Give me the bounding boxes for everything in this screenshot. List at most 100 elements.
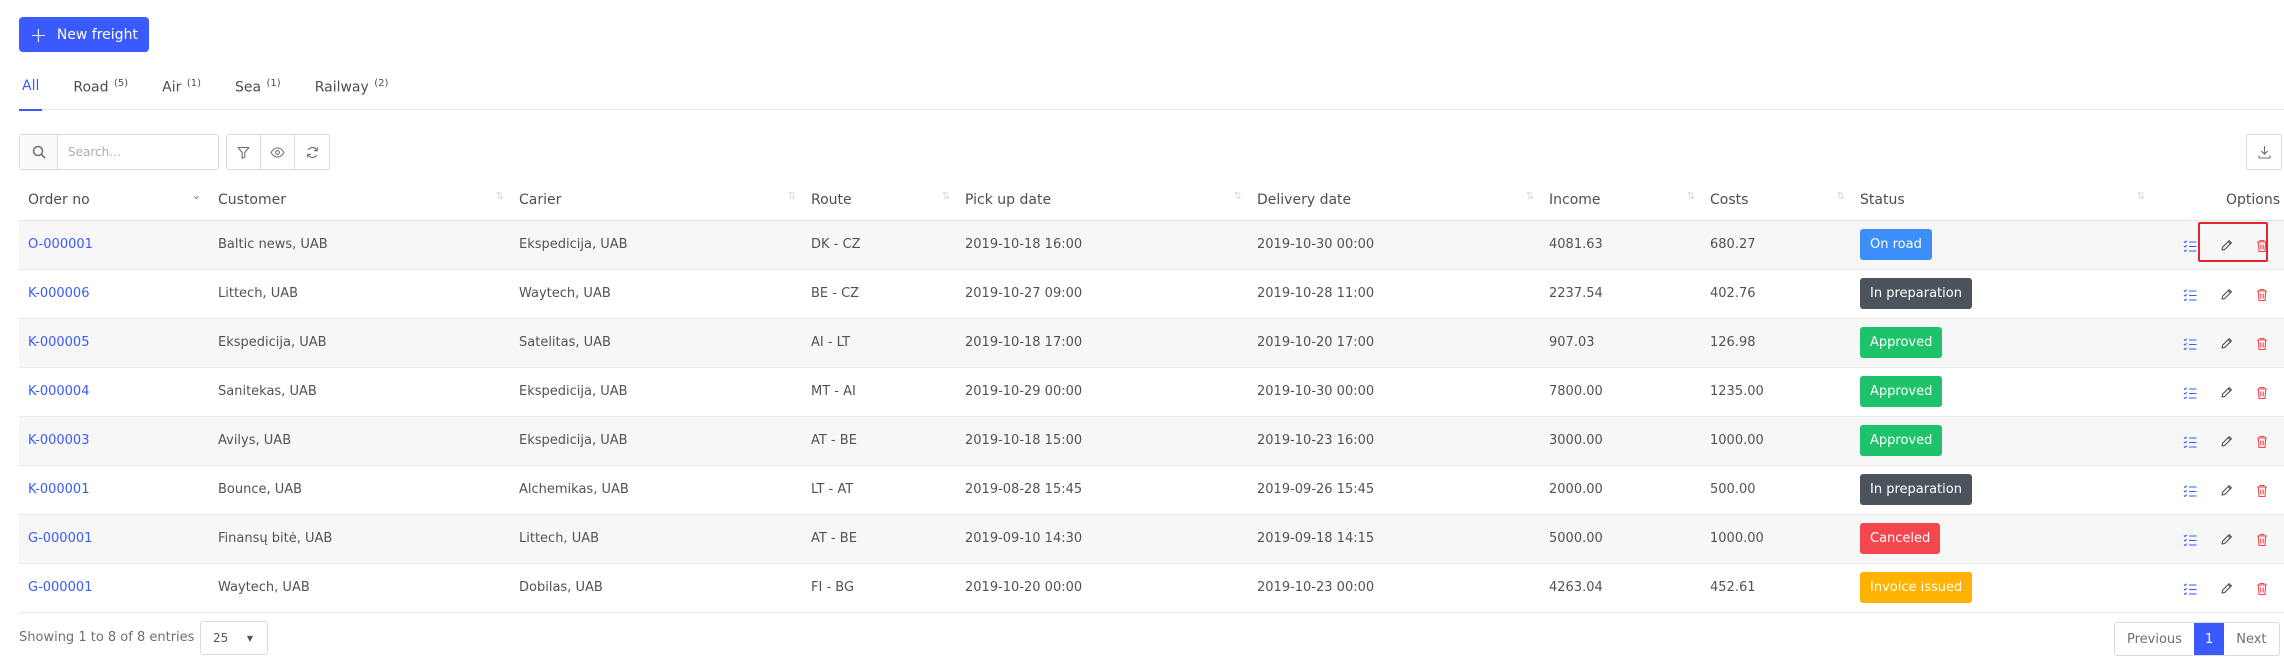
sort-icon: ⇅ [1233, 191, 1243, 202]
page-size-select[interactable]: 25 ▼ [200, 621, 268, 655]
delete-trash-icon[interactable] [2244, 576, 2280, 602]
search-input[interactable] [58, 135, 218, 169]
details-list-icon[interactable] [2172, 233, 2208, 259]
tab-air[interactable]: Air (1) [159, 70, 204, 110]
page-1-button[interactable]: 1 [2193, 623, 2225, 655]
details-list-icon[interactable] [2172, 527, 2208, 553]
order-link[interactable]: G-000001 [28, 531, 92, 546]
search-icon[interactable] [20, 135, 58, 169]
delete-trash-icon[interactable] [2244, 282, 2280, 308]
cell-costs: 452.61 [1701, 563, 1851, 613]
tab-road[interactable]: Road (5) [70, 70, 131, 110]
cell-delivery-date: 2019-10-23 16:00 [1248, 416, 1540, 466]
details-list-icon[interactable] [2172, 478, 2208, 504]
details-list-icon[interactable] [2172, 429, 2208, 455]
sort-icon: ⇅ [941, 191, 951, 202]
status-badge: In preparation [1860, 474, 1972, 505]
order-link[interactable]: K-000006 [28, 286, 89, 301]
edit-pencil-icon[interactable] [2208, 331, 2244, 357]
cell-order-no: K-000003 [19, 416, 209, 466]
order-link[interactable]: O-000001 [28, 237, 93, 252]
cell-carrier: Satelitas, UAB [510, 318, 802, 368]
new-freight-button[interactable]: + New freight [19, 17, 149, 52]
cell-status: Canceled [1851, 514, 2151, 564]
col-customer[interactable]: Customer ⇅ [209, 180, 510, 221]
cell-route: BE - CZ [802, 269, 956, 319]
order-link[interactable]: K-000005 [28, 335, 89, 350]
cell-status: Approved [1851, 318, 2151, 368]
tab-railway[interactable]: Railway (2) [312, 70, 392, 110]
cell-order-no: O-000001 [19, 220, 209, 270]
status-badge: Invoice issued [1860, 572, 1973, 603]
delete-trash-icon[interactable] [2244, 478, 2280, 504]
cell-income: 907.03 [1540, 318, 1701, 368]
cell-order-no: G-000001 [19, 563, 209, 613]
col-income[interactable]: Income ⇅ [1540, 180, 1701, 221]
cell-costs: 1000.00 [1701, 416, 1851, 466]
details-list-icon[interactable] [2172, 576, 2208, 602]
cell-delivery-date: 2019-10-20 17:00 [1248, 318, 1540, 368]
download-icon[interactable] [2246, 134, 2282, 170]
details-list-icon[interactable] [2172, 331, 2208, 357]
table-row: K-000005 Ekspedicija, UAB Satelitas, UAB AI… [19, 318, 2284, 368]
previous-page-button[interactable]: Previous [2115, 623, 2194, 655]
cell-status: Invoice issued [1851, 563, 2151, 613]
col-costs[interactable]: Costs ⇅ [1701, 180, 1851, 221]
cell-costs: 126.98 [1701, 318, 1851, 368]
cell-delivery-date: 2019-10-30 00:00 [1248, 367, 1540, 417]
tab-air-count: (1) [186, 78, 201, 89]
col-order-no[interactable]: Order no ⌄ [19, 180, 209, 221]
cell-pickup-date: 2019-10-18 15:00 [956, 416, 1248, 466]
table-row: O-000001 Baltic news, UAB Ekspedicija, UAB… [19, 220, 2284, 270]
edit-pencil-icon[interactable] [2208, 527, 2244, 553]
edit-pencil-icon[interactable] [2208, 282, 2244, 308]
tab-sea[interactable]: Sea (1) [232, 70, 284, 110]
cell-route: AT - BE [802, 416, 956, 466]
table-toolbar [19, 134, 330, 170]
refresh-icon[interactable] [295, 135, 329, 169]
edit-pencil-icon[interactable] [2208, 478, 2244, 504]
cell-options [2151, 563, 2284, 613]
next-page-button[interactable]: Next [2224, 623, 2278, 655]
search-box [19, 134, 219, 170]
order-link[interactable]: G-000001 [28, 580, 92, 595]
freight-table: Order no ⌄ Customer ⇅ Carier ⇅ Route ⇅ Pick … [19, 180, 2284, 613]
status-badge: Approved [1860, 327, 1943, 358]
cell-costs: 500.00 [1701, 465, 1851, 515]
details-list-icon[interactable] [2172, 380, 2208, 406]
filter-icon[interactable] [227, 135, 261, 169]
sort-icon: ⇅ [787, 191, 797, 202]
cell-route: AI - LT [802, 318, 956, 368]
cell-carrier: Dobilas, UAB [510, 563, 802, 613]
cell-pickup-date: 2019-09-10 14:30 [956, 514, 1248, 564]
edit-pencil-icon[interactable] [2208, 380, 2244, 406]
col-delivery-date[interactable]: Delivery date ⇅ [1248, 180, 1540, 221]
delete-trash-icon[interactable] [2244, 233, 2280, 259]
cell-income: 4081.63 [1540, 220, 1701, 270]
col-pickup-date[interactable]: Pick up date ⇅ [956, 180, 1248, 221]
cell-status: In preparation [1851, 269, 2151, 319]
tab-all[interactable]: All [19, 70, 43, 111]
cell-route: LT - AT [802, 465, 956, 515]
cell-carrier: Ekspedicija, UAB [510, 416, 802, 466]
order-link[interactable]: K-000003 [28, 433, 89, 448]
order-link[interactable]: K-000004 [28, 384, 89, 399]
col-carrier[interactable]: Carier ⇅ [510, 180, 802, 221]
edit-pencil-icon[interactable] [2208, 429, 2244, 455]
col-route[interactable]: Route ⇅ [802, 180, 956, 221]
status-badge: Approved [1860, 425, 1943, 456]
order-link[interactable]: K-000001 [28, 482, 89, 497]
delete-trash-icon[interactable] [2244, 331, 2280, 357]
delete-trash-icon[interactable] [2244, 527, 2280, 553]
cell-order-no: K-000004 [19, 367, 209, 417]
cell-income: 3000.00 [1540, 416, 1701, 466]
edit-pencil-icon[interactable] [2208, 576, 2244, 602]
delete-trash-icon[interactable] [2244, 380, 2280, 406]
col-status[interactable]: Status ⇅ [1851, 180, 2151, 221]
cell-options [2151, 367, 2284, 417]
delete-trash-icon[interactable] [2244, 429, 2280, 455]
edit-pencil-icon[interactable] [2208, 233, 2244, 259]
table-header-row: Order no ⌄ Customer ⇅ Carier ⇅ Route ⇅ Pick … [19, 180, 2284, 221]
details-list-icon[interactable] [2172, 282, 2208, 308]
eye-icon[interactable] [261, 135, 295, 169]
